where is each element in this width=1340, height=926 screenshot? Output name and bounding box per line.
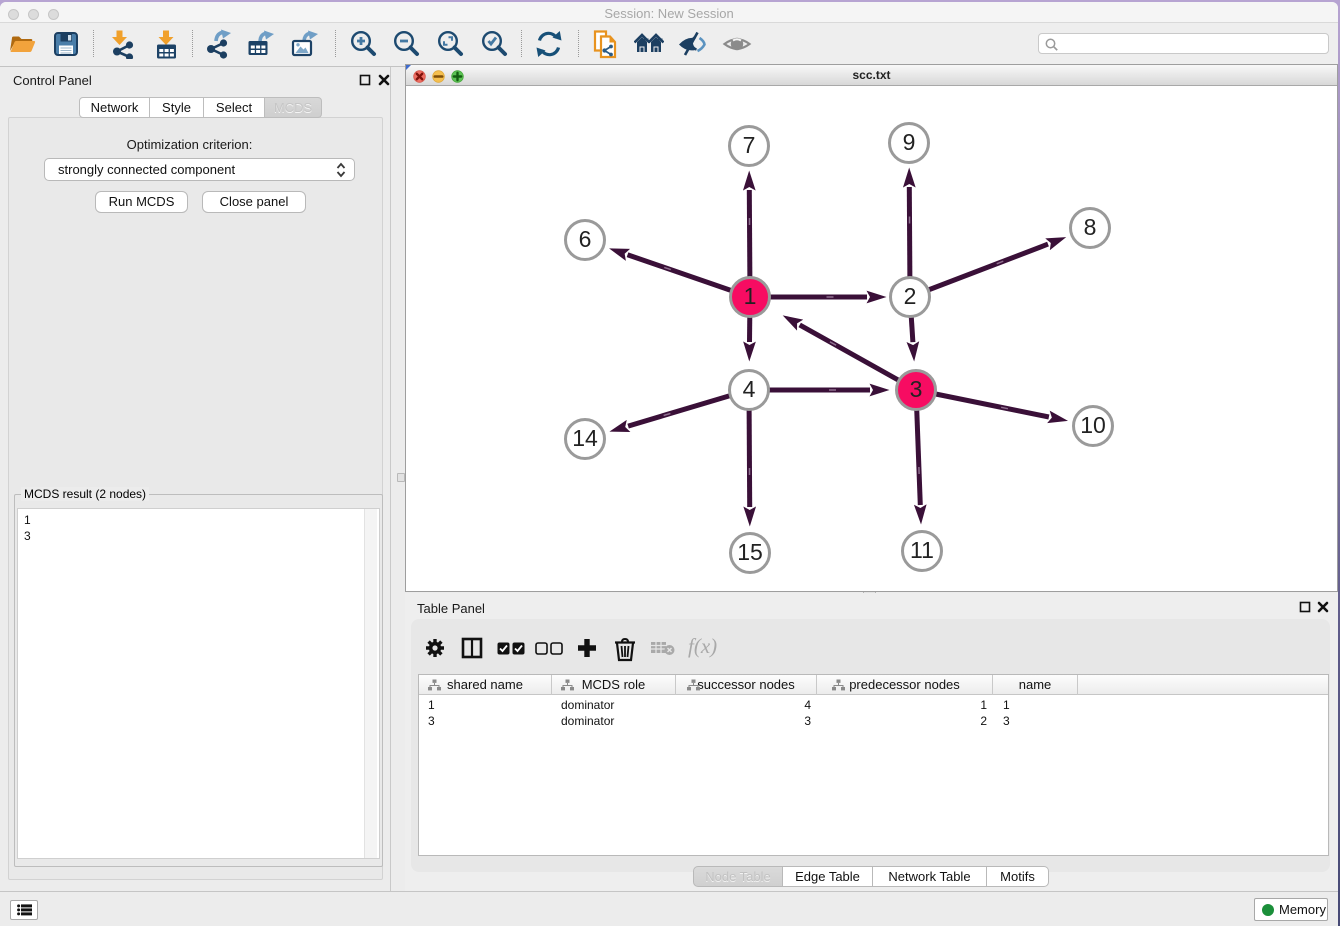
svg-text:3: 3 [910, 376, 923, 402]
svg-text:6: 6 [579, 226, 592, 252]
svg-text:7: 7 [743, 132, 756, 158]
svg-text:8: 8 [1084, 214, 1097, 240]
svg-text:2: 2 [904, 283, 917, 309]
svg-text:11: 11 [910, 537, 934, 563]
svg-text:15: 15 [737, 539, 763, 565]
svg-text:14: 14 [572, 425, 598, 451]
svg-text:4: 4 [743, 376, 756, 402]
svg-text:1: 1 [744, 283, 757, 309]
svg-text:9: 9 [903, 129, 916, 155]
svg-text:10: 10 [1080, 412, 1106, 438]
